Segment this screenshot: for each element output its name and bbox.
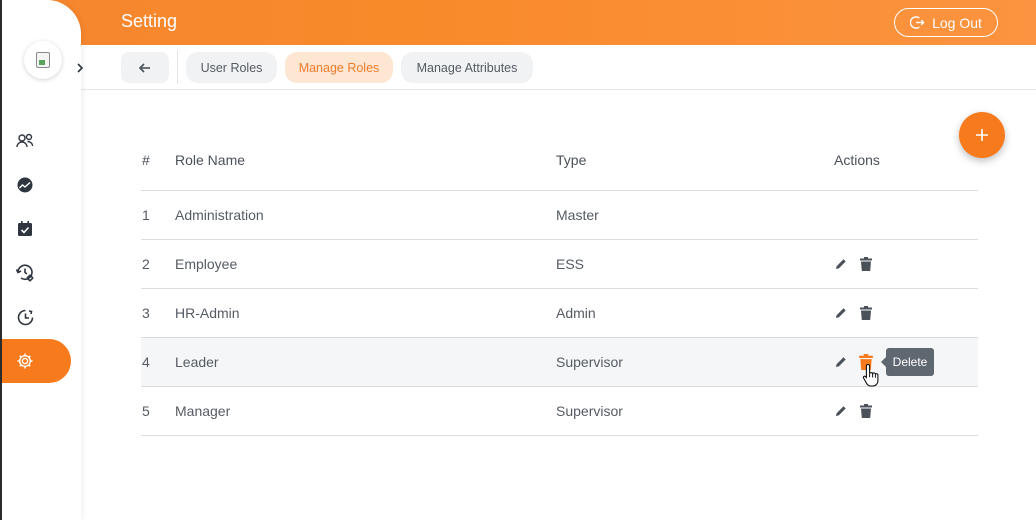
edit-button[interactable]: [833, 304, 849, 322]
pencil-icon: [836, 308, 846, 318]
row-num: 2: [142, 256, 150, 272]
table-row: 3 HR-Admin Admin: [141, 289, 978, 338]
sub-navigation: User Roles Manage Roles Manage Attribute…: [81, 45, 1036, 90]
table-row: 1 Administration Master: [141, 191, 978, 240]
broken-image-icon: [36, 52, 50, 68]
roles-table: # Role Name Type Actions 1 Administratio…: [141, 138, 978, 436]
edit-button[interactable]: [833, 402, 849, 420]
trash-icon: [860, 257, 872, 271]
hand-cursor-icon: [862, 363, 879, 387]
row-role-name: HR-Admin: [175, 305, 240, 321]
sidebar-item-time[interactable]: [14, 306, 36, 328]
sidebar: [0, 0, 81, 520]
chevron-right-icon: [77, 63, 84, 73]
header-type: Type: [556, 152, 587, 168]
delete-button[interactable]: [858, 402, 874, 420]
sidebar-expand-button[interactable]: [74, 60, 86, 76]
row-num: 5: [142, 403, 150, 419]
logout-button[interactable]: Log Out: [894, 8, 998, 37]
row-num: 4: [142, 354, 150, 370]
sidebar-item-attendance[interactable]: [14, 218, 36, 240]
users-icon: [16, 133, 34, 148]
back-button[interactable]: [121, 52, 169, 83]
sidebar-item-dashboard[interactable]: [14, 174, 36, 196]
header-actions: Actions: [834, 152, 880, 168]
pencil-icon: [836, 406, 846, 416]
row-type: Admin: [556, 305, 596, 321]
delete-tooltip: Delete: [881, 348, 934, 376]
top-bar: Setting Log Out: [0, 0, 1036, 45]
row-type: Master: [556, 207, 599, 223]
trash-icon: [860, 404, 872, 418]
row-role-name: Manager: [175, 403, 231, 419]
row-role-name: Leader: [175, 354, 219, 370]
tab-manage-attributes[interactable]: Manage Attributes: [401, 52, 533, 83]
sidebar-item-settings[interactable]: [2, 339, 71, 383]
logout-icon: [910, 16, 925, 29]
history-settings-icon: [15, 264, 34, 282]
trash-icon: [860, 306, 872, 320]
row-num: 3: [142, 305, 150, 321]
gauge-icon: [17, 177, 33, 193]
clock-icon: [17, 309, 33, 325]
avatar[interactable]: [24, 41, 62, 79]
table-row: 5 Manager Supervisor: [141, 387, 978, 436]
tab-manage-roles[interactable]: Manage Roles: [285, 52, 393, 83]
row-role-name: Employee: [175, 256, 238, 272]
tab-user-roles[interactable]: User Roles: [186, 52, 277, 83]
row-type: Supervisor: [556, 354, 623, 370]
arrow-left-icon: [138, 62, 150, 73]
delete-button[interactable]: [858, 304, 874, 322]
table-row: 2 Employee ESS: [141, 240, 978, 289]
row-type: ESS: [556, 256, 585, 272]
logout-label: Log Out: [932, 14, 982, 31]
table-header: # Role Name Type Actions: [141, 138, 978, 191]
header-num: #: [142, 152, 150, 168]
edit-button[interactable]: [833, 353, 849, 371]
sidebar-item-users[interactable]: [14, 130, 36, 152]
calendar-check-icon: [18, 221, 32, 236]
header-role-name: Role Name: [175, 152, 246, 168]
gear-icon: [17, 353, 33, 369]
divider: [177, 50, 178, 84]
edit-button[interactable]: [833, 255, 849, 273]
page-title: Setting: [121, 11, 178, 31]
row-type: Supervisor: [556, 403, 623, 419]
row-num: 1: [142, 207, 150, 223]
pencil-icon: [836, 259, 846, 269]
table-row: 4 Leader Supervisor: [141, 338, 978, 387]
delete-button[interactable]: [858, 255, 874, 273]
sidebar-item-history[interactable]: [14, 262, 36, 284]
pencil-icon: [836, 357, 846, 367]
row-role-name: Administration: [175, 207, 264, 223]
